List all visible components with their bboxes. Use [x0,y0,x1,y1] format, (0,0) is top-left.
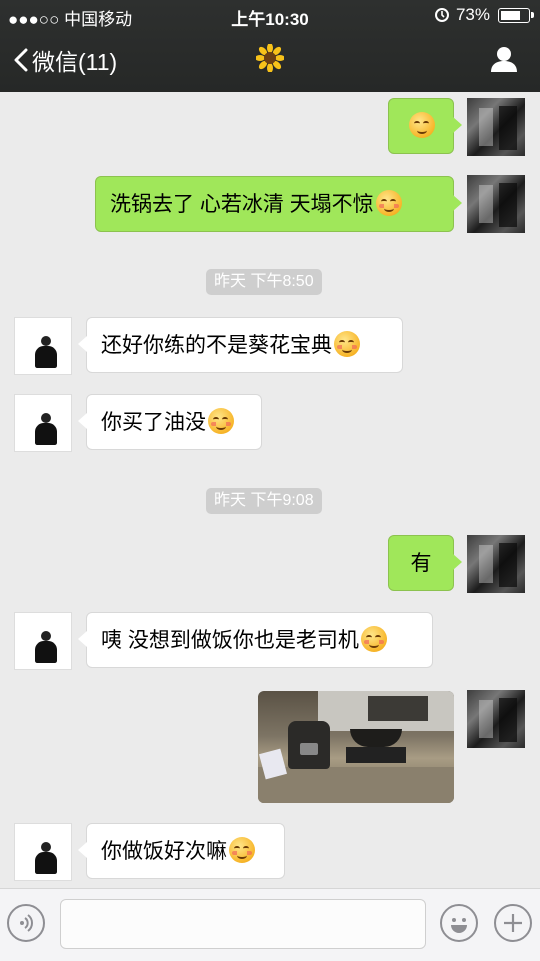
photo-message[interactable] [258,691,454,803]
message-text: 你做饭好次嘛 [101,840,227,863]
timestamp: 昨天 下午9:08 [206,488,322,514]
timestamp: 昨天 下午8:50 [206,269,322,295]
contact-avatar[interactable] [14,612,72,670]
message-text: 咦 没想到做饭你也是老司机 [101,629,359,652]
contact-avatar[interactable] [14,394,72,452]
blush-emoji-icon [375,190,402,217]
message-text: 洗锅去了 心若冰清 天塌不惊 [110,193,374,216]
message-text: 有 [410,552,432,575]
message-bubble[interactable]: 你做饭好次嘛 [78,823,285,879]
sunflower-icon [255,43,285,73]
emoji-icon[interactable] [440,904,478,942]
thinking-emoji-icon [409,112,435,139]
header: ●●●○○ 中国移动 上午10:30 73% 微信(11) [0,0,540,92]
message-bubble[interactable]: 你买了油没 [78,394,262,450]
my-avatar[interactable] [467,98,525,156]
contact-avatar[interactable] [14,823,72,881]
message-bubble[interactable]: 有 [388,535,462,591]
contact-avatar[interactable] [14,317,72,375]
message-bubble[interactable]: 还好你练的不是葵花宝典 [78,317,403,373]
my-avatar[interactable] [467,535,525,593]
message-input[interactable] [60,899,426,949]
voice-icon[interactable] [7,904,45,942]
input-bar [0,888,540,961]
back-button[interactable]: 微信(11) [14,43,117,77]
plus-icon[interactable] [494,904,532,942]
my-avatar[interactable] [467,690,525,748]
message-bubble[interactable] [388,98,462,154]
battery-percent: 73% [455,5,490,24]
my-avatar[interactable] [467,175,525,233]
alarm-icon [434,6,450,27]
message-bubble[interactable]: 洗锅去了 心若冰清 天塌不惊 [95,176,462,232]
message-text: 还好你练的不是葵花宝典 [101,334,332,357]
person-icon[interactable] [490,46,518,77]
blush-emoji-icon [334,331,360,358]
back-label: 微信(11) [32,49,118,75]
chevron-left-icon [14,48,28,72]
battery-icon [498,8,534,23]
blush-emoji-icon [360,626,387,653]
blush-emoji-icon [208,408,234,435]
blush-emoji-icon [229,837,255,864]
status-bar: ●●●○○ 中国移动 上午10:30 73% [0,0,540,30]
nav-bar: 微信(11) [0,30,540,92]
chat-area[interactable]: 洗锅去了 心若冰清 天塌不惊 昨天 下午8:50 还好你练的不是葵花宝典 你买了… [0,92,540,888]
message-bubble[interactable]: 咦 没想到做饭你也是老司机 [78,612,433,668]
message-text: 你买了油没 [101,411,206,434]
